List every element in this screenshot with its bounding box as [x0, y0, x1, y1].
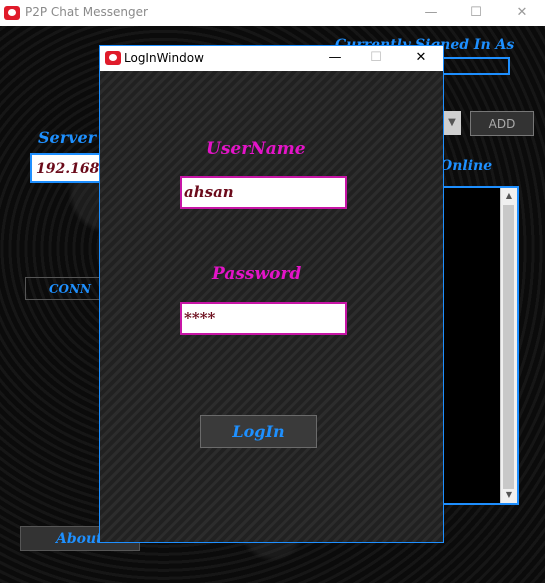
- login-window: LogInWindow — ☐ ✕ UserName ahsan Passwor…: [99, 45, 444, 543]
- password-input[interactable]: ****: [180, 302, 347, 335]
- maximize-button[interactable]: ☐: [461, 3, 491, 23]
- server-ip-input[interactable]: 192.168.: [30, 153, 110, 183]
- login-window-title: LogInWindow: [124, 51, 204, 65]
- server-label: Server: [38, 128, 97, 147]
- password-label: Password: [212, 264, 302, 284]
- username-label: UserName: [206, 139, 306, 159]
- login-body: UserName ahsan Password **** LogIn: [100, 71, 443, 542]
- online-label: Online: [440, 158, 493, 174]
- login-button[interactable]: LogIn: [200, 415, 317, 448]
- main-window-title: P2P Chat Messenger: [25, 5, 148, 19]
- login-title-bar: LogInWindow — ☐ ✕: [100, 46, 443, 71]
- scroll-up-icon[interactable]: ▲: [501, 188, 517, 204]
- login-close-button[interactable]: ✕: [406, 48, 436, 68]
- username-input[interactable]: ahsan: [180, 176, 347, 209]
- online-list-scrollbar[interactable]: ▲ ▼: [500, 188, 517, 503]
- main-title-bar: P2P Chat Messenger — ☐ ✕: [0, 0, 545, 26]
- scroll-thumb[interactable]: [503, 205, 514, 489]
- minimize-button[interactable]: —: [416, 3, 446, 23]
- add-button[interactable]: ADD: [470, 111, 534, 136]
- app-logo-icon: [4, 6, 20, 20]
- login-minimize-button[interactable]: —: [320, 48, 350, 68]
- connect-button[interactable]: CONN: [25, 277, 105, 300]
- login-maximize-button: ☐: [370, 50, 382, 65]
- close-button[interactable]: ✕: [507, 3, 537, 23]
- chevron-down-icon[interactable]: ▼: [443, 111, 461, 135]
- online-users-list[interactable]: ▲ ▼: [440, 186, 519, 505]
- login-app-logo-icon: [105, 51, 121, 65]
- scroll-down-icon[interactable]: ▼: [501, 487, 517, 503]
